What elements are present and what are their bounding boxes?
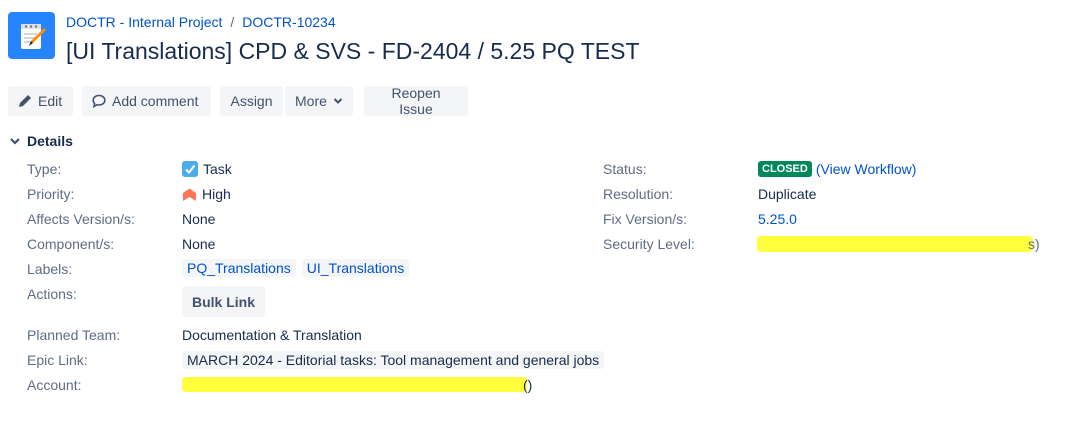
security-level-redaction — [757, 236, 1033, 252]
project-avatar[interactable] — [8, 12, 55, 59]
planned-team-value: Documentation & Translation — [182, 327, 362, 343]
status-value: CLOSED (View Workflow) — [758, 161, 916, 177]
add-comment-button[interactable]: Add comment — [82, 86, 211, 116]
type-label: Type: — [27, 161, 62, 177]
label-chip[interactable]: PQ_Translations — [182, 259, 296, 277]
view-workflow-link[interactable]: (View Workflow) — [816, 161, 917, 177]
type-value-text: Task — [203, 161, 232, 177]
type-value: Task — [182, 161, 232, 177]
fix-version-link[interactable]: 5.25.0 — [758, 211, 797, 227]
component-value: None — [182, 236, 216, 252]
page-title: [UI Translations] CPD & SVS - FD-2404 / … — [66, 38, 640, 64]
checkbox-icon — [182, 161, 198, 177]
breadcrumb-issue-key-link[interactable]: DOCTR-10234 — [242, 14, 335, 30]
edit-button[interactable]: Edit — [8, 86, 73, 116]
priority-value-text: High — [202, 186, 231, 202]
security-level-label: Security Level: — [603, 236, 695, 252]
security-level-value-trailing: s) — [1028, 236, 1040, 252]
epic-link-label: Epic Link: — [27, 352, 88, 368]
labels-label: Labels: — [27, 261, 73, 277]
more-button-label: More — [295, 93, 327, 109]
label-chip[interactable]: UI_Translations — [301, 259, 410, 277]
assign-button[interactable]: Assign — [220, 86, 283, 116]
priority-value: High — [182, 186, 231, 202]
chevron-down-icon — [10, 138, 20, 145]
affects-version-value: None — [182, 211, 216, 227]
chevron-down-icon — [333, 98, 343, 104]
labels-value: PQ_Translations UI_Translations — [182, 259, 410, 277]
account-value-trailing: () — [523, 377, 533, 393]
planned-team-label: Planned Team: — [27, 327, 121, 343]
details-section-toggle[interactable]: Details — [9, 133, 73, 149]
status-badge: CLOSED — [758, 161, 812, 177]
component-label: Component/s: — [27, 236, 115, 252]
breadcrumb: DOCTR - Internal Project / DOCTR-10234 — [66, 14, 336, 30]
breadcrumb-project-link[interactable]: DOCTR - Internal Project — [66, 14, 222, 30]
priority-label: Priority: — [27, 186, 75, 202]
account-label: Account: — [27, 377, 82, 393]
status-label: Status: — [603, 161, 647, 177]
resolution-value: Duplicate — [758, 186, 817, 202]
notepad-pencil-icon — [20, 23, 46, 49]
bulk-link-button[interactable]: Bulk Link — [182, 286, 265, 317]
resolution-label: Resolution: — [603, 186, 674, 202]
affects-version-label: Affects Version/s: — [27, 211, 135, 227]
fix-version-label: Fix Version/s: — [603, 211, 688, 227]
details-heading: Details — [27, 133, 73, 149]
priority-high-icon — [183, 188, 196, 201]
breadcrumb-separator: / — [230, 14, 235, 30]
actions-label: Actions: — [27, 286, 77, 302]
issue-toolbar: Edit Add comment Assign More Reopen Issu… — [8, 85, 468, 117]
more-button[interactable]: More — [285, 86, 353, 116]
add-comment-button-label: Add comment — [112, 93, 199, 109]
epic-link-value: MARCH 2024 - Editorial tasks: Tool manag… — [182, 351, 605, 369]
speech-bubble-icon — [92, 94, 106, 108]
epic-link-chip[interactable]: MARCH 2024 - Editorial tasks: Tool manag… — [182, 351, 605, 369]
reopen-issue-button[interactable]: Reopen Issue — [364, 85, 468, 117]
pencil-icon — [19, 95, 31, 107]
edit-button-label: Edit — [38, 93, 63, 109]
account-redaction — [182, 377, 527, 392]
